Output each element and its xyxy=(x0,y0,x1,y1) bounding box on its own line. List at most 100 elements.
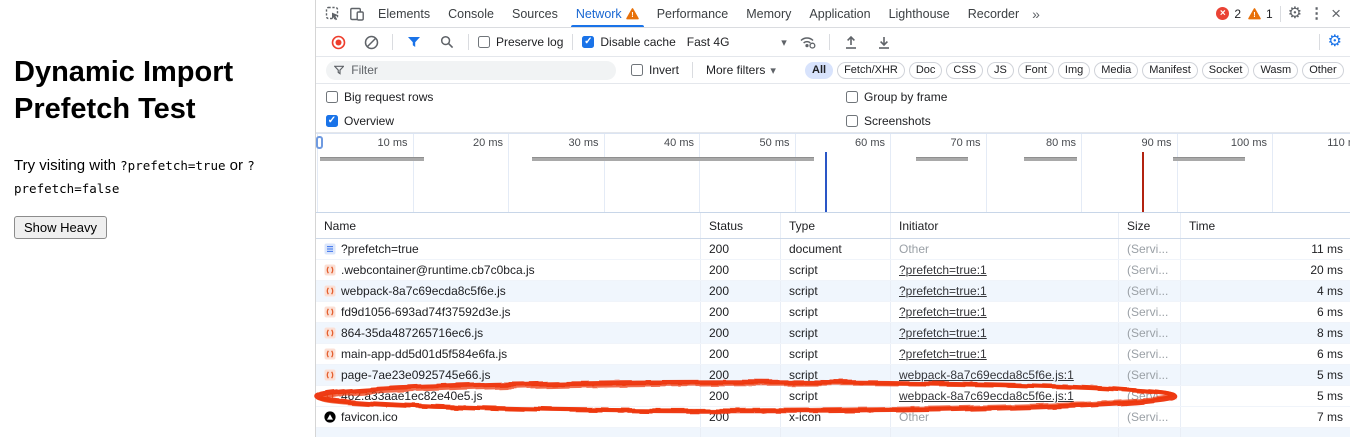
column-header-size[interactable]: Size xyxy=(1119,213,1181,238)
type-pill-doc[interactable]: Doc xyxy=(909,62,943,79)
timeline-tick-label: 70 ms xyxy=(913,137,981,149)
overview-window-handle[interactable] xyxy=(316,136,323,149)
error-badge[interactable]: × 2 xyxy=(1216,7,1241,21)
type-pill-js[interactable]: JS xyxy=(987,62,1014,79)
column-header-type[interactable]: Type xyxy=(781,213,891,238)
filter-input[interactable] xyxy=(349,62,608,78)
timeline-gridline xyxy=(508,134,509,212)
initiator-link[interactable]: ?prefetch=true:1 xyxy=(899,263,987,277)
invert-checkbox[interactable]: Invert xyxy=(631,63,679,77)
type-pill-media[interactable]: Media xyxy=(1094,62,1138,79)
device-toolbar-icon[interactable] xyxy=(345,2,369,26)
initiator-link[interactable]: ?prefetch=true:1 xyxy=(899,326,987,340)
type-pill-css[interactable]: CSS xyxy=(946,62,983,79)
initiator-link[interactable]: ?prefetch=true:1 xyxy=(899,305,987,319)
export-har-icon[interactable] xyxy=(872,30,896,54)
type-pill-fetchxhr[interactable]: Fetch/XHR xyxy=(837,62,905,79)
inspect-element-icon[interactable] xyxy=(321,2,345,26)
cell-name: 864-35da487265716ec6.js xyxy=(316,323,701,343)
search-icon[interactable] xyxy=(435,30,459,54)
type-pill-all[interactable]: All xyxy=(805,62,833,79)
network-options: Big request rowsGroup by frame✓OverviewS… xyxy=(316,84,1350,133)
initiator-link[interactable]: ?prefetch=true:1 xyxy=(899,284,987,298)
initiator-link[interactable]: webpack-8a7c69ecda8c5f6e.js:1 xyxy=(899,389,1074,403)
tab-console[interactable]: Console xyxy=(439,0,503,27)
tab-elements[interactable]: Elements xyxy=(369,0,439,27)
initiator-link[interactable]: webpack-8a7c69ecda8c5f6e.js:1 xyxy=(899,368,1074,382)
record-icon[interactable] xyxy=(326,30,350,54)
cell-name: .webcontainer@runtime.cb7c0bca.js xyxy=(316,260,701,280)
disable-cache-checkbox[interactable]: ✓ Disable cache xyxy=(582,35,675,49)
network-request-row[interactable]: 864-35da487265716ec6.js200script?prefetc… xyxy=(316,323,1350,344)
script-icon xyxy=(324,390,336,402)
network-toolbar: Preserve log ✓ Disable cache Fast 4G ▾ xyxy=(316,28,1350,57)
screenshots-checkbox[interactable]: Screenshots xyxy=(846,114,1350,128)
tab-lighthouse[interactable]: Lighthouse xyxy=(880,0,959,27)
big-request-rows-checkbox[interactable]: Big request rows xyxy=(326,90,846,104)
tab-memory[interactable]: Memory xyxy=(737,0,800,27)
network-request-row[interactable]: 462.a33aae1ec82e40e5.js200scriptwebpack-… xyxy=(316,386,1350,407)
load-event-marker xyxy=(1142,152,1144,212)
group-by-frame-checkbox[interactable]: Group by frame xyxy=(846,90,1350,104)
tab-network[interactable]: Network! xyxy=(567,0,648,27)
tab-label: Recorder xyxy=(968,7,1019,21)
warning-badge[interactable]: ! 1 xyxy=(1248,7,1273,21)
timeline-gridline xyxy=(890,134,891,212)
network-settings-gear-icon[interactable]: ⚙ xyxy=(1328,34,1342,50)
cell-type: document xyxy=(781,239,891,259)
chevron-down-icon: ▾ xyxy=(770,64,776,77)
type-pill-socket[interactable]: Socket xyxy=(1202,62,1250,79)
column-header-status[interactable]: Status xyxy=(701,213,781,238)
more-filters-button[interactable]: More filters ▾ xyxy=(706,63,776,77)
preserve-log-checkbox[interactable]: Preserve log xyxy=(478,35,563,49)
svg-text:!: ! xyxy=(1253,10,1255,19)
error-circle-icon: × xyxy=(1216,7,1229,20)
devtools-panel: ElementsConsoleSourcesNetwork!Performanc… xyxy=(315,0,1350,437)
warning-triangle-icon: ! xyxy=(626,8,639,20)
code-prefetch-true: ?prefetch=true xyxy=(120,158,225,173)
show-heavy-button[interactable]: Show Heavy xyxy=(14,216,107,239)
column-header-initiator[interactable]: Initiator xyxy=(891,213,1119,238)
network-request-row[interactable]: .webcontainer@runtime.cb7c0bca.js200scri… xyxy=(316,260,1350,281)
import-har-icon[interactable] xyxy=(839,30,863,54)
more-menu-icon[interactable]: ⋮ xyxy=(1309,6,1324,21)
more-tabs-chevron-icon[interactable]: » xyxy=(1028,6,1044,22)
network-request-row[interactable]: fd9d1056-693ad74f37592d3e.js200script?pr… xyxy=(316,302,1350,323)
close-icon[interactable]: × xyxy=(1331,5,1341,22)
filter-funnel-icon[interactable] xyxy=(402,30,426,54)
settings-gear-icon[interactable]: ⚙ xyxy=(1288,6,1302,22)
type-pill-font[interactable]: Font xyxy=(1018,62,1054,79)
network-request-row[interactable]: webpack-8a7c69ecda8c5f6e.js200script?pre… xyxy=(316,281,1350,302)
network-request-row[interactable]: main-app-dd5d01d5f584e6fa.js200script?pr… xyxy=(316,344,1350,365)
clear-icon[interactable] xyxy=(359,30,383,54)
initiator-link[interactable]: ?prefetch=true:1 xyxy=(899,347,987,361)
tab-recorder[interactable]: Recorder xyxy=(959,0,1028,27)
cell-size: (Servi... xyxy=(1119,302,1181,322)
type-pill-img[interactable]: Img xyxy=(1058,62,1090,79)
cell-initiator: ?prefetch=true:1 xyxy=(891,302,1119,322)
overview-checkbox[interactable]: ✓Overview xyxy=(326,114,846,128)
network-request-row[interactable]: page-7ae23e0925745e66.js200scriptwebpack… xyxy=(316,365,1350,386)
column-header-name[interactable]: Name xyxy=(316,213,701,238)
script-icon xyxy=(324,327,336,339)
network-request-row[interactable]: ?prefetch=true200documentOther(Servi...1… xyxy=(316,239,1350,260)
devtools-tabs: ElementsConsoleSourcesNetwork!Performanc… xyxy=(369,0,1028,27)
network-conditions-icon[interactable] xyxy=(796,30,820,54)
tab-label: Application xyxy=(809,7,870,21)
cell-status: 200 xyxy=(701,386,781,406)
tab-application[interactable]: Application xyxy=(800,0,879,27)
tab-sources[interactable]: Sources xyxy=(503,0,567,27)
request-name: favicon.ico xyxy=(341,410,398,424)
column-header-time[interactable]: Time xyxy=(1181,213,1350,238)
throttling-select[interactable]: Fast 4G ▾ xyxy=(687,35,787,49)
cell-initiator: webpack-8a7c69ecda8c5f6e.js:1 xyxy=(891,386,1119,406)
tab-performance[interactable]: Performance xyxy=(648,0,738,27)
type-pill-wasm[interactable]: Wasm xyxy=(1253,62,1298,79)
timeline-tick-label: 90 ms xyxy=(1104,137,1172,149)
network-overview-timeline[interactable]: 10 ms20 ms30 ms40 ms50 ms60 ms70 ms80 ms… xyxy=(316,133,1350,213)
cell-status: 200 xyxy=(701,302,781,322)
type-pill-other[interactable]: Other xyxy=(1302,62,1344,79)
type-pill-manifest[interactable]: Manifest xyxy=(1142,62,1198,79)
timeline-gridline xyxy=(795,134,796,212)
network-request-row[interactable]: favicon.ico200x-iconOther(Servi...7 ms xyxy=(316,407,1350,428)
